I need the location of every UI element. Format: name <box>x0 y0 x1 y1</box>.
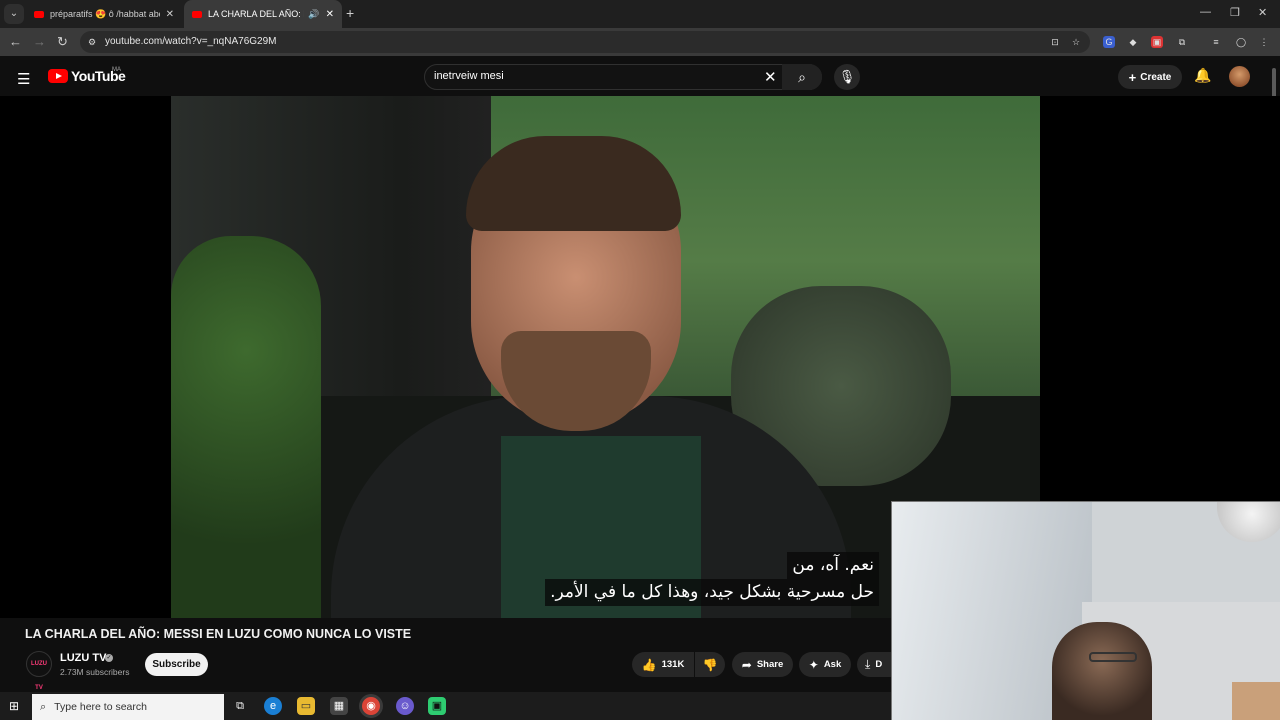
bookmark-star-icon[interactable]: ☆ <box>1070 36 1082 48</box>
youtube-favicon-icon <box>192 10 202 18</box>
windows-start-icon[interactable]: ⊞ <box>9 699 19 713</box>
thumbs-up-icon: 👍 <box>641 657 657 672</box>
task-view-icon[interactable]: ⧉ <box>231 697 249 715</box>
notifications-bell-icon[interactable]: 🔔 <box>1194 67 1211 84</box>
download-label: D <box>875 659 883 670</box>
sparkle-icon: ✦ <box>808 657 819 672</box>
webcam-overlay <box>891 501 1280 720</box>
share-icon: ➦ <box>741 657 752 672</box>
close-window-icon[interactable]: ✕ <box>1258 6 1267 19</box>
webcam-person-glasses <box>1089 652 1137 662</box>
browser-tab-1[interactable]: préparatifs 😍 ô /habbat abdel ✕ <box>26 0 182 28</box>
search-icon: ⌕ <box>798 69 806 85</box>
share-button[interactable]: ➦ Share <box>732 652 793 677</box>
user-avatar[interactable] <box>1229 66 1250 87</box>
game-app-icon[interactable]: ▣ <box>428 697 446 715</box>
like-button[interactable]: 👍 131K <box>632 652 694 677</box>
profile-icon[interactable]: ◯ <box>1235 36 1247 48</box>
thumbs-down-icon: 👎 <box>702 657 718 672</box>
reload-icon[interactable]: ↻ <box>57 34 68 50</box>
create-label: Create <box>1140 71 1172 83</box>
video-title: LA CHARLA DEL AÑO: MESSI EN LUZU COMO NU… <box>25 627 412 641</box>
minimize-icon[interactable]: — <box>1200 6 1211 18</box>
extension-diamond-icon[interactable]: ◆ <box>1127 36 1139 48</box>
download-button[interactable]: ⤓ D <box>857 652 891 677</box>
webcam-ceiling-lamp <box>1217 502 1280 542</box>
clear-search-icon[interactable]: ✕ <box>764 68 777 86</box>
install-app-icon[interactable]: ⊡ <box>1049 36 1061 48</box>
taskbar-search-placeholder: Type here to search <box>54 701 147 713</box>
extensions-puzzle-icon[interactable]: ⧉ <box>1176 36 1188 48</box>
close-tab-icon[interactable]: ✕ <box>326 9 334 20</box>
restore-icon[interactable]: ❐ <box>1230 6 1240 19</box>
subtitle-line-1: نعم. آه، من <box>787 552 879 579</box>
tab-title: LA CHARLA DEL AÑO: MESSI <box>208 9 304 19</box>
subtitle-line-2: حل مسرحية بشكل جيد، وهذا كل ما في الأمر. <box>545 579 879 606</box>
download-icon: ⤓ <box>865 657 871 671</box>
channel-avatar[interactable]: LUZU TV <box>26 651 52 691</box>
browser-menu-icon[interactable]: ⋮ <box>1258 36 1270 48</box>
voice-search-mic-icon[interactable]: 🎙 <box>834 64 860 90</box>
youtube-favicon-icon <box>34 10 44 18</box>
share-label: Share <box>756 659 784 670</box>
microsoft-store-icon[interactable]: ▦ <box>330 697 348 715</box>
discord-icon[interactable]: ☺ <box>396 697 414 715</box>
forward-icon[interactable]: → <box>33 34 46 49</box>
edge-browser-icon[interactable]: e <box>264 697 282 715</box>
verified-badge-icon: ✓ <box>105 654 113 662</box>
taskbar-search-icon: ⌕ <box>40 700 47 713</box>
site-info-icon[interactable]: ⚙ <box>86 36 98 48</box>
youtube-play-icon <box>48 69 68 83</box>
hamburger-menu-icon[interactable]: ☰ <box>17 70 30 88</box>
search-query[interactable]: inetrveiw mesi <box>434 70 504 82</box>
file-explorer-icon[interactable]: ▭ <box>297 697 315 715</box>
translate-extension-icon[interactable]: G <box>1103 36 1115 48</box>
search-button[interactable]: ⌕ <box>782 64 822 90</box>
ask-button[interactable]: ✦ Ask <box>799 652 851 677</box>
ask-label: Ask <box>823 659 842 670</box>
extension-red-icon[interactable]: ▣ <box>1151 36 1163 48</box>
create-button[interactable]: + Create <box>1118 65 1182 89</box>
reading-list-icon[interactable]: ≡ <box>1210 36 1222 48</box>
tab-search-button[interactable]: ⌄ <box>4 4 24 24</box>
subtitles: نعم. آه، من حل مسرحية بشكل جيد، وهذا كل … <box>531 552 879 606</box>
new-tab-button[interactable]: + <box>346 5 354 21</box>
taskbar-search-box[interactable]: ⌕ Type here to search <box>32 694 224 720</box>
webcam-person <box>1052 622 1152 720</box>
close-tab-icon[interactable]: ✕ <box>166 9 174 20</box>
back-icon[interactable]: ← <box>9 34 22 49</box>
plus-icon: + <box>1128 69 1137 85</box>
like-count: 131K <box>661 659 685 670</box>
chrome-icon[interactable]: ◉ <box>362 697 380 715</box>
audio-playing-icon[interactable]: 🔊 <box>308 9 319 20</box>
tab-title: préparatifs 😍 ô /habbat abdel <box>50 8 160 19</box>
scene-bush <box>171 236 321 618</box>
webcam-furniture <box>1232 682 1280 720</box>
dislike-button[interactable]: 👎 <box>695 652 725 677</box>
subscribe-button[interactable]: Subscribe <box>145 653 208 676</box>
subscriber-count: 2.73M subscribers <box>60 667 130 677</box>
url-text[interactable]: youtube.com/watch?v=_nqNA76G29M <box>105 36 277 47</box>
youtube-logo[interactable]: YouTube MA <box>48 67 126 84</box>
channel-name[interactable]: LUZU TV <box>60 652 106 664</box>
browser-tab-2[interactable]: LA CHARLA DEL AÑO: MESSI 🔊 ✕ <box>184 0 342 28</box>
country-code: MA <box>112 67 121 73</box>
